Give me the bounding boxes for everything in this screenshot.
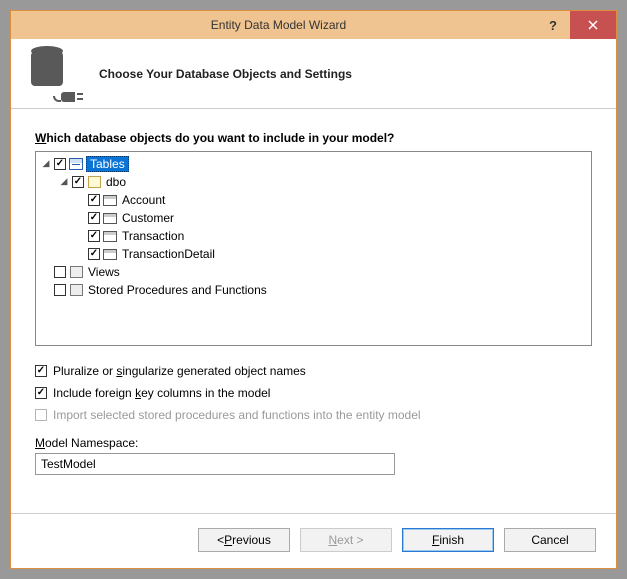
views-icon <box>68 265 84 279</box>
tree-label-sp[interactable]: Stored Procedures and Functions <box>86 283 269 297</box>
tree-node-sp[interactable]: ◢ Stored Procedures and Functions <box>40 281 587 299</box>
collapse-icon[interactable]: ◢ <box>58 177 70 187</box>
checkbox-import-sp <box>35 409 47 421</box>
help-button[interactable]: ? <box>536 11 570 39</box>
table-icon <box>102 211 118 225</box>
cancel-button[interactable]: Cancel <box>504 528 596 552</box>
tree-label[interactable]: Transaction <box>120 229 186 243</box>
footer: < Previous Next > Finish Cancel <box>11 513 616 568</box>
next-button: Next > <box>300 528 392 552</box>
checkbox-table[interactable] <box>88 194 100 206</box>
checkbox-views[interactable] <box>54 266 66 278</box>
wizard-body: Which database objects do you want to in… <box>11 109 616 513</box>
option-import-sp-label: Import selected stored procedures and fu… <box>53 408 421 422</box>
title-controls: ? <box>536 11 616 39</box>
checkbox-pluralize[interactable] <box>35 365 47 377</box>
sp-icon <box>68 283 84 297</box>
tree-label-views[interactable]: Views <box>86 265 122 279</box>
database-plug-icon <box>31 50 81 98</box>
schema-icon <box>86 175 102 189</box>
tree-node-tables[interactable]: ◢ Tables <box>40 155 587 173</box>
tree-label-tables[interactable]: Tables <box>86 156 129 172</box>
collapse-icon[interactable]: ◢ <box>40 159 52 169</box>
previous-button[interactable]: < Previous <box>198 528 290 552</box>
checkbox-tables[interactable] <box>54 158 66 170</box>
close-icon <box>588 20 598 30</box>
option-pluralize-label: Pluralize or singularize generated objec… <box>53 364 306 378</box>
header-band: Choose Your Database Objects and Setting… <box>11 39 616 109</box>
table-icon <box>102 229 118 243</box>
option-pluralize[interactable]: Pluralize or singularize generated objec… <box>35 360 592 382</box>
table-icon <box>102 247 118 261</box>
checkbox-sp[interactable] <box>54 284 66 296</box>
namespace-label: Model Namespace: <box>35 436 592 450</box>
window-title: Entity Data Model Wizard <box>21 18 536 32</box>
header-subtitle: Choose Your Database Objects and Setting… <box>99 67 352 81</box>
tree-node-table[interactable]: ◢ Customer <box>40 209 587 227</box>
tables-icon <box>68 157 84 171</box>
tree-label-dbo[interactable]: dbo <box>104 175 128 189</box>
checkbox-fk[interactable] <box>35 387 47 399</box>
options-group: Pluralize or singularize generated objec… <box>35 360 592 426</box>
tree-node-table[interactable]: ◢ Account <box>40 191 587 209</box>
namespace-input[interactable] <box>35 453 395 475</box>
tree-node-table[interactable]: ◢ TransactionDetail <box>40 245 587 263</box>
wizard-window: Entity Data Model Wizard ? Choose Your D… <box>10 10 617 569</box>
checkbox-table[interactable] <box>88 230 100 242</box>
checkbox-dbo[interactable] <box>72 176 84 188</box>
tree-label[interactable]: TransactionDetail <box>120 247 217 261</box>
tree-label[interactable]: Account <box>120 193 167 207</box>
table-icon <box>102 193 118 207</box>
close-button[interactable] <box>570 11 616 39</box>
tree-label[interactable]: Customer <box>120 211 176 225</box>
option-foreign-keys[interactable]: Include foreign key columns in the model <box>35 382 592 404</box>
option-fk-label: Include foreign key columns in the model <box>53 386 270 400</box>
tree-node-table[interactable]: ◢ Transaction <box>40 227 587 245</box>
tree-node-views[interactable]: ◢ Views <box>40 263 587 281</box>
checkbox-table[interactable] <box>88 212 100 224</box>
finish-button[interactable]: Finish <box>402 528 494 552</box>
prompt-text: Which database objects do you want to in… <box>35 131 592 145</box>
titlebar[interactable]: Entity Data Model Wizard ? <box>11 11 616 39</box>
objects-tree[interactable]: ◢ Tables ◢ <box>35 151 592 346</box>
tree-node-schema-dbo[interactable]: ◢ dbo <box>40 173 587 191</box>
option-import-sp: Import selected stored procedures and fu… <box>35 404 592 426</box>
checkbox-table[interactable] <box>88 248 100 260</box>
